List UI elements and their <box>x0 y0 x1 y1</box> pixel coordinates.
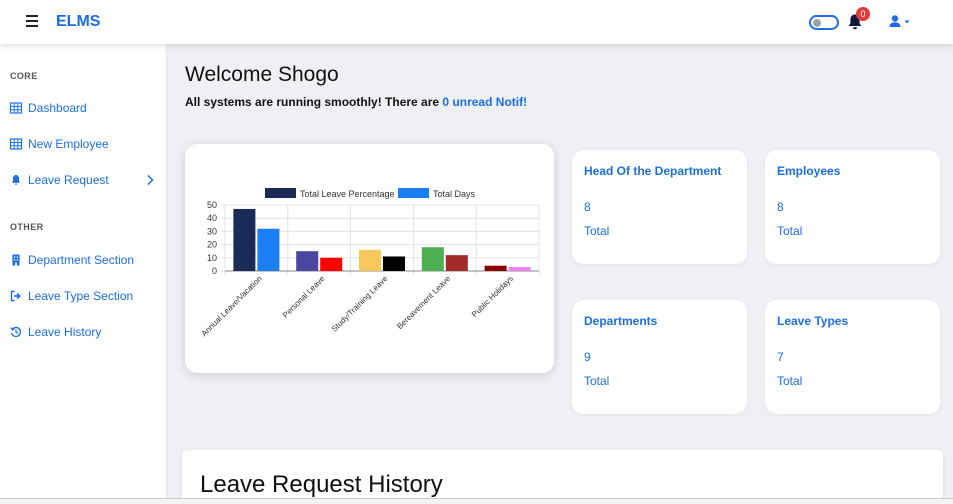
brand-logo[interactable]: ELMS <box>56 13 100 31</box>
user-icon <box>891 15 899 22</box>
stat-card-leave-types[interactable]: Leave Types 7 Total <box>765 300 940 414</box>
chart-bar <box>359 249 381 271</box>
stat-card-employees[interactable]: Employees 8 Total <box>765 150 940 264</box>
sidebar-item-label: Leave History <box>28 325 102 339</box>
stat-card-head-of-department[interactable]: Head Of the Department 8 Total <box>572 150 747 264</box>
chart-bar <box>257 228 280 271</box>
y-tick-label: 10 <box>207 253 217 263</box>
leave-chart-card: 0 10 20 30 40 50 Annual Leave/Vacation Personal… <box>185 144 554 373</box>
sign-out-icon <box>10 290 22 302</box>
chart-bar <box>508 267 531 271</box>
browser-status-strip <box>0 498 953 504</box>
chart-bar <box>320 257 343 271</box>
sidebar-item-leave-history[interactable]: Leave History <box>10 323 160 341</box>
y-tick-label: 50 <box>207 200 217 210</box>
sidebar: CORE Dashboard New Employee Leave Reques… <box>0 44 167 504</box>
x-tick-label: Public Holidays <box>470 274 515 319</box>
sidebar-item-leave-request[interactable]: Leave Request <box>10 171 160 189</box>
stat-value: 8 <box>777 200 784 214</box>
chart-bar <box>484 265 507 271</box>
legend-swatch <box>265 188 296 198</box>
chart-bar <box>445 255 468 271</box>
top-navbar: ELMS 0 <box>0 0 953 44</box>
sidebar-heading-other: OTHER <box>10 222 44 232</box>
table-icon <box>10 138 22 150</box>
x-tick-label: Study/Training Leave <box>330 274 390 334</box>
leave-history-card: Leave Request History <box>182 450 943 504</box>
sidebar-item-new-employee[interactable]: New Employee <box>10 135 160 153</box>
notification-badge: 0 <box>856 7 870 21</box>
stat-title: Leave Types <box>777 314 849 328</box>
stat-card-departments[interactable]: Departments 9 Total <box>572 300 747 414</box>
stat-label: Total <box>584 224 610 238</box>
sidebar-item-label: Leave Request <box>28 173 109 187</box>
x-tick-label: Personal Leave <box>281 274 327 320</box>
stat-value: 7 <box>777 350 784 364</box>
legend-label: Total Leave Percentage <box>300 189 395 199</box>
stat-title: Employees <box>777 164 841 178</box>
y-tick-label: 40 <box>207 213 217 223</box>
chart-bar <box>383 256 405 271</box>
sidebar-item-label: Dashboard <box>28 101 87 115</box>
stat-label: Total <box>584 374 610 388</box>
status-text: All systems are running smoothly! There … <box>185 95 443 109</box>
legend-label: Total Days <box>433 189 476 199</box>
x-tick-label: Bereavement Leave <box>395 274 452 331</box>
user-menu[interactable] <box>888 14 914 30</box>
stat-label: Total <box>777 224 803 238</box>
sidebar-item-label: New Employee <box>28 137 109 151</box>
sidebar-item-department-section[interactable]: Department Section <box>10 251 160 269</box>
bell-icon <box>11 175 21 185</box>
y-tick-label: 30 <box>207 226 217 236</box>
table-icon <box>10 102 22 114</box>
sidebar-item-leave-type-section[interactable]: Leave Type Section <box>10 287 160 305</box>
chart-bar <box>296 251 319 271</box>
x-tick-label: Annual Leave/Vacation <box>200 274 264 338</box>
chevron-right-icon[interactable] <box>146 174 154 186</box>
chart-bar <box>421 247 444 271</box>
y-tick-label: 20 <box>207 240 217 250</box>
sidebar-heading-core: CORE <box>10 71 38 81</box>
chart-bar <box>233 208 256 271</box>
stat-label: Total <box>777 374 803 388</box>
toggle-knob <box>813 19 821 27</box>
leave-history-title: Leave Request History <box>200 471 443 498</box>
stat-value: 8 <box>584 200 591 214</box>
sidebar-item-label: Leave Type Section <box>28 289 134 303</box>
status-message: All systems are running smoothly! There … <box>185 95 527 109</box>
sidebar-item-dashboard[interactable]: Dashboard <box>10 99 160 117</box>
history-icon <box>10 326 22 338</box>
caret-down-icon <box>904 20 910 24</box>
leave-bar-chart: 0 10 20 30 40 50 Annual Leave/Vacation Personal… <box>200 188 540 338</box>
stat-title: Departments <box>584 314 658 328</box>
y-tick-label: 0 <box>212 266 217 276</box>
hamburger-icon[interactable] <box>26 13 38 29</box>
page-title: Welcome Shogo <box>185 63 339 86</box>
stat-title: Head Of the Department <box>584 164 722 178</box>
building-icon <box>12 254 20 266</box>
theme-toggle[interactable] <box>809 15 839 30</box>
sidebar-item-label: Department Section <box>28 253 135 267</box>
unread-notifications-link[interactable]: 0 unread Notif! <box>442 95 527 109</box>
legend-swatch <box>398 188 429 198</box>
stat-value: 9 <box>584 350 591 364</box>
